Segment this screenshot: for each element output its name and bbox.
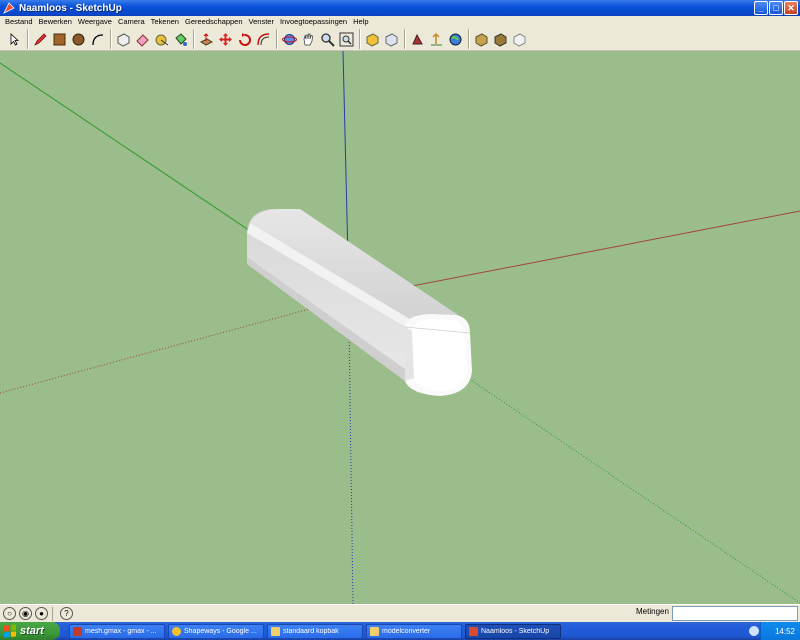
zoom-extents-icon[interactable] [337, 30, 356, 49]
menu-invoegtoepassingen[interactable]: Invoegtoepassingen [277, 16, 350, 28]
close-button[interactable]: ✕ [784, 1, 798, 15]
status-bar: ○ ◉ ● ? Metingen [0, 604, 800, 622]
red-axis-dotted [0, 297, 351, 394]
main-toolbar [0, 28, 800, 51]
orbit-icon[interactable] [280, 30, 299, 49]
taskbar-item-folder-modelconverter[interactable]: modelconverter [366, 623, 462, 639]
menu-weergave[interactable]: Weergave [75, 16, 115, 28]
menu-tekenen[interactable]: Tekenen [148, 16, 182, 28]
share-component-icon[interactable] [491, 30, 510, 49]
sketchup-icon [469, 626, 478, 636]
window-title: Naamloos - SketchUp [19, 2, 122, 14]
start-button[interactable]: start [0, 622, 60, 640]
menu-help[interactable]: Help [350, 16, 371, 28]
menu-bestand[interactable]: Bestand [2, 16, 36, 28]
system-tray: 14:52 [749, 622, 800, 640]
folder-icon [370, 626, 379, 636]
paint-bucket-icon[interactable] [171, 30, 190, 49]
components-icon[interactable] [472, 30, 491, 49]
box-model [247, 209, 472, 396]
menu-venster[interactable]: Venster [246, 16, 277, 28]
tape-measure-icon[interactable] [152, 30, 171, 49]
blue-axis-solid [342, 51, 349, 259]
help-icon[interactable]: ? [60, 607, 73, 620]
rectangle-icon[interactable] [50, 30, 69, 49]
rotate-icon[interactable] [235, 30, 254, 49]
pan-icon[interactable] [299, 30, 318, 49]
drawing-viewport[interactable] [0, 51, 800, 604]
place-model-icon[interactable] [427, 30, 446, 49]
eraser-icon[interactable] [133, 30, 152, 49]
tray-icon[interactable] [749, 626, 759, 636]
scene-canvas [0, 51, 800, 604]
gmax-icon [73, 626, 82, 636]
offset-icon[interactable] [254, 30, 273, 49]
zoom-icon[interactable] [318, 30, 337, 49]
maximize-button[interactable]: □ [769, 1, 783, 15]
menu-bewerken[interactable]: Bewerken [36, 16, 75, 28]
move-icon[interactable] [216, 30, 235, 49]
minimize-button[interactable]: _ [754, 1, 768, 15]
select-tool-icon[interactable] [5, 30, 24, 49]
push-pull-icon[interactable] [197, 30, 216, 49]
chrome-icon [172, 626, 181, 636]
circle-icon[interactable] [69, 30, 88, 49]
taskbar-item-folder-kopbak[interactable]: standaard kopbak [267, 623, 363, 639]
menu-gereedschappen[interactable]: Gereedschappen [182, 16, 246, 28]
taskbar-item-chrome[interactable]: Shapeways - Google ... [168, 623, 264, 639]
make-component-icon[interactable] [114, 30, 133, 49]
measurements-label: Metingen [636, 607, 669, 616]
red-axis-solid [349, 210, 800, 299]
arc-icon[interactable] [88, 30, 107, 49]
title-bar[interactable]: Naamloos - SketchUp _ □ ✕ [0, 0, 800, 16]
start-label: start [20, 625, 44, 637]
taskbar-item-sketchup[interactable]: Naamloos - SketchUp [465, 623, 561, 639]
share-model-icon[interactable] [382, 30, 401, 49]
layout-icon[interactable] [510, 30, 529, 49]
taskbar-item-gmax[interactable]: mesh.gmax - gmax - ... [69, 623, 165, 639]
toggle-terrain-icon[interactable] [446, 30, 465, 49]
credits-icon[interactable]: ◉ [19, 607, 32, 620]
windows-taskbar: start mesh.gmax - gmax - ... Shapeways -… [0, 622, 800, 640]
menu-bar: Bestand Bewerken Weergave Camera Tekenen… [0, 16, 800, 28]
google-earth-icon[interactable] [408, 30, 427, 49]
measurements-input[interactable] [672, 606, 798, 621]
geo-location-icon[interactable]: ○ [3, 607, 16, 620]
windows-flag-icon [4, 624, 16, 638]
menu-camera[interactable]: Camera [115, 16, 148, 28]
pencil-line-icon[interactable] [31, 30, 50, 49]
clock: 14:52 [774, 626, 795, 636]
sketchup-app-icon [3, 2, 15, 14]
get-models-icon[interactable] [363, 30, 382, 49]
folder-icon [271, 626, 280, 636]
user-icon[interactable]: ● [35, 607, 48, 620]
